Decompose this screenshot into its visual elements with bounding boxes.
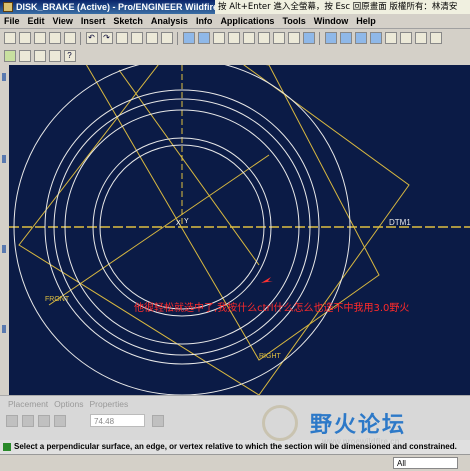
zoom-in-icon[interactable] [227, 32, 240, 44]
menu-bar: File Edit View Insert Sketch Analysis In… [0, 14, 470, 29]
blind-depth-icon[interactable] [38, 415, 50, 427]
datum-edge-line[interactable] [48, 154, 270, 306]
redo-icon[interactable]: ↷ [100, 32, 113, 44]
datum-axes-icon[interactable] [399, 32, 412, 44]
context-help-icon[interactable]: ? [63, 50, 76, 62]
depth-options-icon[interactable] [54, 415, 66, 427]
depth-option-icons [6, 415, 66, 427]
user-annotation-text: 他很轻松就选中了,我按什么ctrl什么怎么也选不中我用3.0野火 [134, 301, 409, 314]
feature-tool-icon[interactable] [2, 325, 6, 333]
main-toolbar: ↶ ↷ [0, 29, 470, 47]
feature-tool-icon[interactable] [2, 73, 6, 81]
toolbar-separator [177, 31, 178, 45]
forum-watermark: 野火论坛 www.proewildfire.cn [262, 405, 470, 460]
feature-tool-icon[interactable] [2, 245, 6, 253]
proe-app-icon [3, 2, 13, 12]
cursor-pointer-icon [261, 277, 273, 283]
save-icon[interactable] [33, 32, 46, 44]
secondary-toolbar: ? [0, 47, 470, 65]
datum-planes-icon[interactable] [384, 32, 397, 44]
zoom-out-icon[interactable] [242, 32, 255, 44]
print-icon[interactable] [48, 32, 61, 44]
menu-edit[interactable]: Edit [24, 16, 49, 26]
shading-icon[interactable] [369, 32, 382, 44]
hidden-line-icon[interactable] [339, 32, 352, 44]
flip-direction-icon[interactable] [152, 415, 164, 427]
csys-x-label: X [176, 220, 181, 227]
window-title: DISK_BRAKE (Active) - Pro/ENGINEER Wildf… [16, 2, 218, 12]
layers-icon[interactable] [302, 32, 315, 44]
copy-icon[interactable] [130, 32, 143, 44]
spin-center-icon[interactable] [197, 32, 210, 44]
dashboard-tabs: Placement Options Properties [8, 399, 128, 409]
reorient-icon[interactable] [272, 32, 285, 44]
regenerate-icon[interactable] [182, 32, 195, 44]
tab-placement[interactable]: Placement [8, 399, 48, 409]
forum-logo-icon [262, 405, 298, 441]
model-viewport[interactable]: Y X DTM1 FRONT RIGHT 他很轻松就选中了,我按什么ctrl什么… [9, 65, 470, 395]
datum-label-front: FRONT [45, 296, 70, 303]
menu-window[interactable]: Window [310, 16, 352, 26]
graphics-window[interactable]: Y X DTM1 FRONT RIGHT 他很轻松就选中了,我按什么ctrl什么… [9, 65, 470, 395]
fullscreen-hint-banner: 按 Alt+Enter 進入全螢幕，按 Esc 回原畫面 版權所有：林清安 [215, 0, 470, 14]
paste-icon[interactable] [145, 32, 158, 44]
info-icon[interactable] [18, 50, 31, 62]
tab-properties[interactable]: Properties [89, 399, 128, 409]
analysis-icon[interactable] [48, 50, 61, 62]
saved-views-icon[interactable] [287, 32, 300, 44]
surface-icon[interactable] [22, 415, 34, 427]
solid-icon[interactable] [6, 415, 18, 427]
datum-plane-right[interactable] [69, 65, 380, 361]
new-file-icon[interactable] [3, 32, 16, 44]
menu-tools[interactable]: Tools [278, 16, 309, 26]
menu-analysis[interactable]: Analysis [147, 16, 192, 26]
refit-icon[interactable] [257, 32, 270, 44]
csys-icon[interactable] [429, 32, 442, 44]
cut-icon[interactable] [115, 32, 128, 44]
left-feature-strip [0, 65, 9, 395]
tab-options[interactable]: Options [54, 399, 83, 409]
orient-icon[interactable] [212, 32, 225, 44]
datum-label-right: RIGHT [259, 353, 282, 360]
wireframe-icon[interactable] [324, 32, 337, 44]
depth-value-field[interactable]: 74.48 [90, 414, 145, 427]
menu-applications[interactable]: Applications [216, 16, 278, 26]
model-tree-icon[interactable] [33, 50, 46, 62]
prompt-arrow-icon [3, 442, 11, 451]
menu-info[interactable]: Info [192, 16, 217, 26]
sketch-icon[interactable] [3, 50, 16, 62]
undo-icon[interactable]: ↶ [85, 32, 98, 44]
email-icon[interactable] [63, 32, 76, 44]
forum-url: www.proewildfire.cn [322, 437, 400, 446]
select-box-icon[interactable] [160, 32, 173, 44]
open-folder-icon[interactable] [18, 32, 31, 44]
menu-view[interactable]: View [49, 16, 77, 26]
toolbar-separator [80, 31, 81, 45]
toolbar-separator [319, 31, 320, 45]
no-hidden-icon[interactable] [354, 32, 367, 44]
forum-name: 野火论坛 [310, 413, 407, 438]
datum-points-icon[interactable] [414, 32, 427, 44]
menu-file[interactable]: File [0, 16, 24, 26]
datum-label-dtm1: DTM1 [389, 218, 411, 227]
menu-help[interactable]: Help [352, 16, 380, 26]
feature-tool-icon[interactable] [2, 155, 6, 163]
csys-y-label: Y [184, 218, 189, 225]
menu-sketch[interactable]: Sketch [109, 16, 147, 26]
menu-insert[interactable]: Insert [77, 16, 110, 26]
